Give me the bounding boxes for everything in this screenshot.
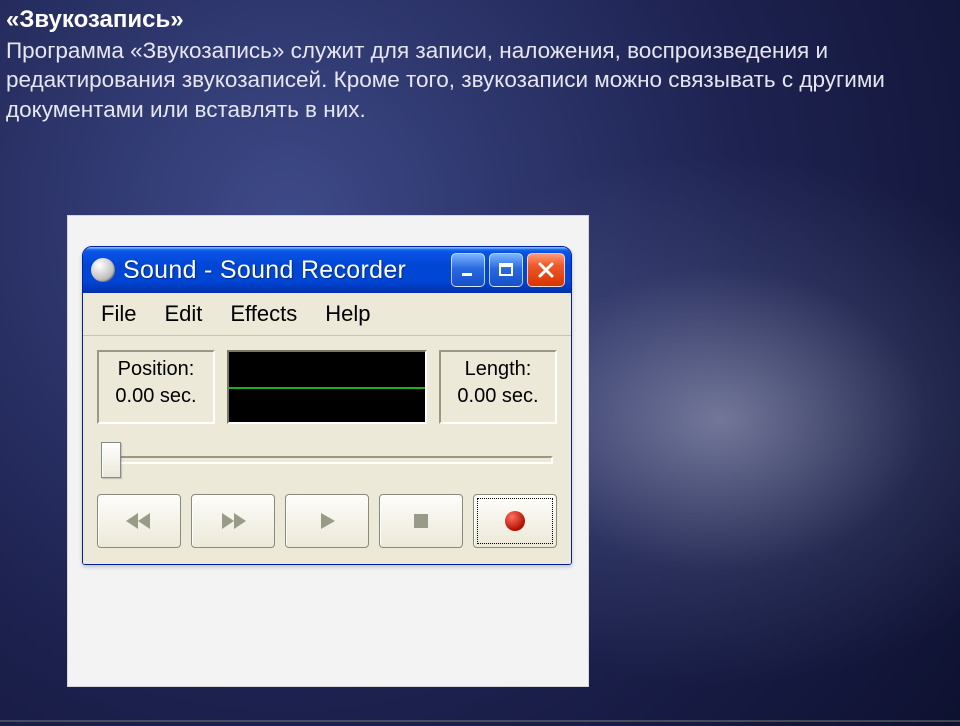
position-label: Position: — [109, 358, 203, 381]
length-label: Length: — [451, 358, 545, 381]
stop-icon — [409, 509, 433, 533]
maximize-icon — [498, 262, 514, 278]
minimize-icon — [460, 262, 476, 278]
slide-body: Программа «Звукозапись» служит для запис… — [6, 36, 946, 124]
close-button[interactable] — [527, 253, 565, 287]
client-area: Position: 0.00 sec. Length: 0.00 sec. — [83, 336, 571, 564]
seek-start-button[interactable] — [97, 494, 181, 548]
slide-title: «Звукозапись» — [6, 6, 960, 34]
length-value: 0.00 sec. — [451, 385, 545, 408]
record-icon — [505, 511, 525, 531]
menu-file[interactable]: File — [89, 299, 148, 329]
seek-end-icon — [214, 509, 252, 533]
slider-thumb[interactable] — [101, 442, 121, 478]
waveform-display — [227, 350, 427, 424]
slider-track — [101, 456, 553, 464]
close-icon — [536, 260, 556, 280]
seek-end-button[interactable] — [191, 494, 275, 548]
position-panel: Position: 0.00 sec. — [97, 350, 215, 424]
playback-slider[interactable] — [97, 442, 557, 478]
titlebar[interactable]: Sound - Sound Recorder — [83, 247, 571, 293]
status-row: Position: 0.00 sec. Length: 0.00 sec. — [97, 350, 557, 424]
play-icon — [313, 509, 341, 533]
position-value: 0.00 sec. — [109, 385, 203, 408]
menu-bar: File Edit Effects Help — [83, 293, 571, 336]
record-button[interactable] — [473, 494, 557, 548]
speaker-icon — [91, 258, 115, 282]
length-panel: Length: 0.00 sec. — [439, 350, 557, 424]
sound-recorder-window: Sound - Sound Recorder File Edit Effects… — [82, 246, 572, 565]
window-controls — [451, 253, 565, 287]
seek-start-icon — [120, 509, 158, 533]
minimize-button[interactable] — [451, 253, 485, 287]
menu-effects[interactable]: Effects — [218, 299, 309, 329]
transport-buttons — [97, 494, 557, 548]
screenshot-card: Sound - Sound Recorder File Edit Effects… — [68, 216, 588, 686]
maximize-button[interactable] — [489, 253, 523, 287]
stop-button[interactable] — [379, 494, 463, 548]
play-button[interactable] — [285, 494, 369, 548]
menu-edit[interactable]: Edit — [152, 299, 214, 329]
slide-baseline — [0, 720, 960, 722]
window-title: Sound - Sound Recorder — [123, 256, 451, 285]
menu-help[interactable]: Help — [313, 299, 382, 329]
